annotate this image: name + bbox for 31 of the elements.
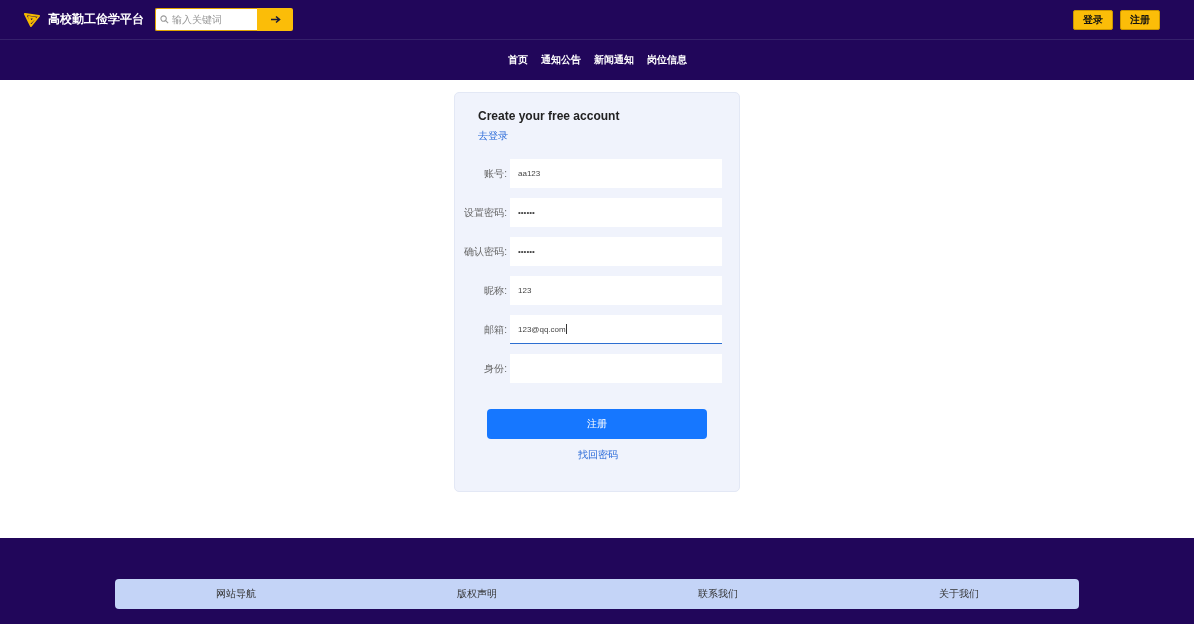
header-button[interactable]: 注册 (1120, 9, 1160, 30)
login-link[interactable]: 去登录 (478, 129, 508, 143)
field-label: 邮箱: (483, 322, 507, 337)
field-label: 确认密码: (463, 244, 507, 259)
footer-link[interactable]: 联系我们 (697, 587, 738, 601)
input-field[interactable]: 123@qq.com (510, 315, 722, 344)
form-title: Create your free account (478, 109, 621, 123)
input-field[interactable]: •••••• (510, 198, 722, 227)
footer-link[interactable]: 关于我们 (938, 587, 979, 601)
nav-link[interactable]: 通知公告 (540, 53, 581, 67)
field-label: 昵称: (483, 283, 507, 298)
arrow-icon (269, 15, 281, 24)
register-button[interactable]: 注册 (487, 409, 707, 439)
input-field[interactable]: aa123 (510, 159, 722, 188)
nav-link[interactable]: 新闻通知 (593, 53, 634, 67)
input-field[interactable]: •••••• (510, 237, 722, 266)
header-button[interactable]: 登录 (1073, 9, 1113, 30)
field-label: 账号: (483, 166, 507, 181)
footer-link[interactable]: 网站导航 (215, 587, 256, 601)
field-label: 身份: (483, 361, 507, 376)
input-field[interactable]: 123 (510, 276, 722, 305)
field-label: 设置密码: (463, 205, 507, 220)
search-icon (160, 15, 169, 24)
nav-link[interactable]: 岗位信息 (646, 53, 687, 67)
logo-icon (24, 12, 40, 27)
footer-link[interactable]: 版权声明 (456, 587, 497, 601)
search-field[interactable]: 输入关键词 (155, 8, 257, 31)
site-title: 高校勤工俭学平台 (48, 11, 144, 28)
nav-link[interactable]: 首页 (507, 53, 528, 67)
recover-password-link[interactable]: 找回密码 (578, 448, 618, 462)
search-button[interactable] (257, 8, 293, 31)
